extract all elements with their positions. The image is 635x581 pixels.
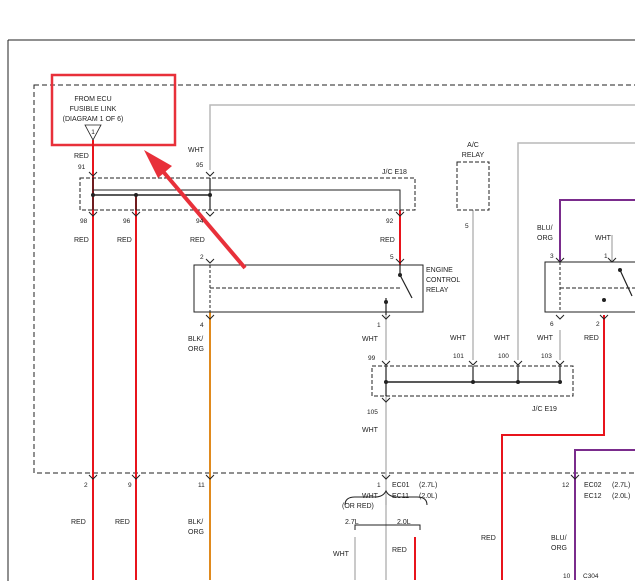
svg-text:2: 2 <box>84 482 88 489</box>
svg-text:2: 2 <box>200 254 204 261</box>
svg-text:ORG: ORG <box>188 529 204 536</box>
svg-text:EC11: EC11 <box>392 493 409 500</box>
svg-text:A/C: A/C <box>467 142 479 149</box>
svg-text:WHT: WHT <box>362 336 379 343</box>
source-block: FROM ECU FUSIBLE LINK (DIAGRAM 1 OF 6) 1 <box>63 96 124 141</box>
junction-e18: J/C E18 <box>79 169 416 211</box>
svg-text:105: 105 <box>367 409 378 416</box>
svg-text:(2.7L): (2.7L) <box>612 482 630 489</box>
svg-text:5: 5 <box>390 254 394 261</box>
svg-text:(2.0L): (2.0L) <box>612 493 630 500</box>
svg-text:1: 1 <box>604 253 608 260</box>
svg-text:98: 98 <box>80 218 88 225</box>
red-wires <box>92 140 605 580</box>
source-pin: 1 <box>91 129 95 136</box>
svg-text:99: 99 <box>368 355 376 362</box>
svg-text:6: 6 <box>550 321 554 328</box>
svg-text:10: 10 <box>563 573 571 580</box>
purple-wires <box>559 199 635 580</box>
svg-text:RED: RED <box>380 237 395 244</box>
svg-text:BLU/: BLU/ <box>551 535 567 542</box>
svg-text:2.7L: 2.7L <box>345 519 359 526</box>
engine-control-relay: ENGINE CONTROL RELAY <box>193 264 460 315</box>
svg-text:ORG: ORG <box>537 235 553 242</box>
svg-text:RELAY: RELAY <box>462 152 485 159</box>
svg-text:95: 95 <box>196 162 204 169</box>
svg-text:(2.0L): (2.0L) <box>419 493 437 500</box>
svg-text:RED: RED <box>190 237 205 244</box>
svg-text:RED: RED <box>74 153 89 160</box>
svg-text:EC02: EC02 <box>584 482 602 489</box>
svg-text:1: 1 <box>377 482 381 489</box>
svg-text:92: 92 <box>386 218 394 225</box>
highlight-arrow <box>144 150 247 270</box>
connector-markers <box>88 171 617 480</box>
wiring-diagram: FROM ECU FUSIBLE LINK (DIAGRAM 1 OF 6) 1 <box>7 39 635 581</box>
svg-text:RED: RED <box>481 535 496 542</box>
svg-text:5: 5 <box>465 223 469 230</box>
svg-text:ORG: ORG <box>188 346 204 353</box>
svg-text:WHT: WHT <box>362 493 379 500</box>
svg-text:WHT: WHT <box>333 551 350 558</box>
svg-text:ORG: ORG <box>551 545 567 552</box>
svg-text:9: 9 <box>128 482 132 489</box>
svg-text:BLK/: BLK/ <box>188 519 203 526</box>
svg-text:WHT: WHT <box>362 427 379 434</box>
svg-text:2.0L: 2.0L <box>397 519 411 526</box>
svg-text:12: 12 <box>562 482 570 489</box>
svg-text:RED: RED <box>115 519 130 526</box>
svg-text:100: 100 <box>498 353 509 360</box>
svg-text:RED: RED <box>117 237 132 244</box>
svg-text:CONTROL: CONTROL <box>426 277 460 284</box>
svg-text:RED: RED <box>584 335 599 342</box>
gray-wires <box>209 104 635 580</box>
svg-text:C304: C304 <box>583 573 599 580</box>
svg-text:96: 96 <box>123 218 131 225</box>
svg-text:11: 11 <box>198 482 205 489</box>
svg-text:ENGINE: ENGINE <box>426 267 453 274</box>
junction-e19: J/C E19 <box>371 365 574 413</box>
svg-text:(OR RED): (OR RED) <box>342 503 374 510</box>
svg-text:EC12: EC12 <box>584 493 602 500</box>
wire-labels: RED 91 WHT 95 98 96 94 92 RED RED RED RE… <box>71 147 630 580</box>
svg-text:RED: RED <box>392 547 407 554</box>
svg-text:WHT: WHT <box>450 335 467 342</box>
svg-text:WHT: WHT <box>188 147 205 154</box>
svg-text:WHT: WHT <box>537 335 554 342</box>
svg-text:RED: RED <box>74 237 89 244</box>
svg-text:94: 94 <box>196 218 204 225</box>
junction-e19-label: J/C E19 <box>532 406 557 413</box>
right-relay <box>544 261 635 313</box>
svg-text:4: 4 <box>200 322 204 329</box>
svg-text:WHT: WHT <box>494 335 511 342</box>
svg-text:BLU/: BLU/ <box>537 225 553 232</box>
svg-text:2: 2 <box>596 321 600 328</box>
svg-text:103: 103 <box>541 353 552 360</box>
svg-text:101: 101 <box>453 353 464 360</box>
source-label-3: (DIAGRAM 1 OF 6) <box>63 116 124 123</box>
source-label-2: FUSIBLE LINK <box>70 106 117 113</box>
svg-text:91: 91 <box>78 164 86 171</box>
svg-text:1: 1 <box>377 322 381 329</box>
svg-text:(2.7L): (2.7L) <box>419 482 437 489</box>
svg-text:EC01: EC01 <box>392 482 410 489</box>
svg-text:BLK/: BLK/ <box>188 336 203 343</box>
junction-e18-label: J/C E18 <box>382 169 407 176</box>
svg-text:3: 3 <box>550 253 554 260</box>
svg-text:RELAY: RELAY <box>426 287 449 294</box>
svg-text:RED: RED <box>71 519 86 526</box>
source-label-1: FROM ECU <box>74 96 111 103</box>
svg-text:WHT: WHT <box>595 235 612 242</box>
